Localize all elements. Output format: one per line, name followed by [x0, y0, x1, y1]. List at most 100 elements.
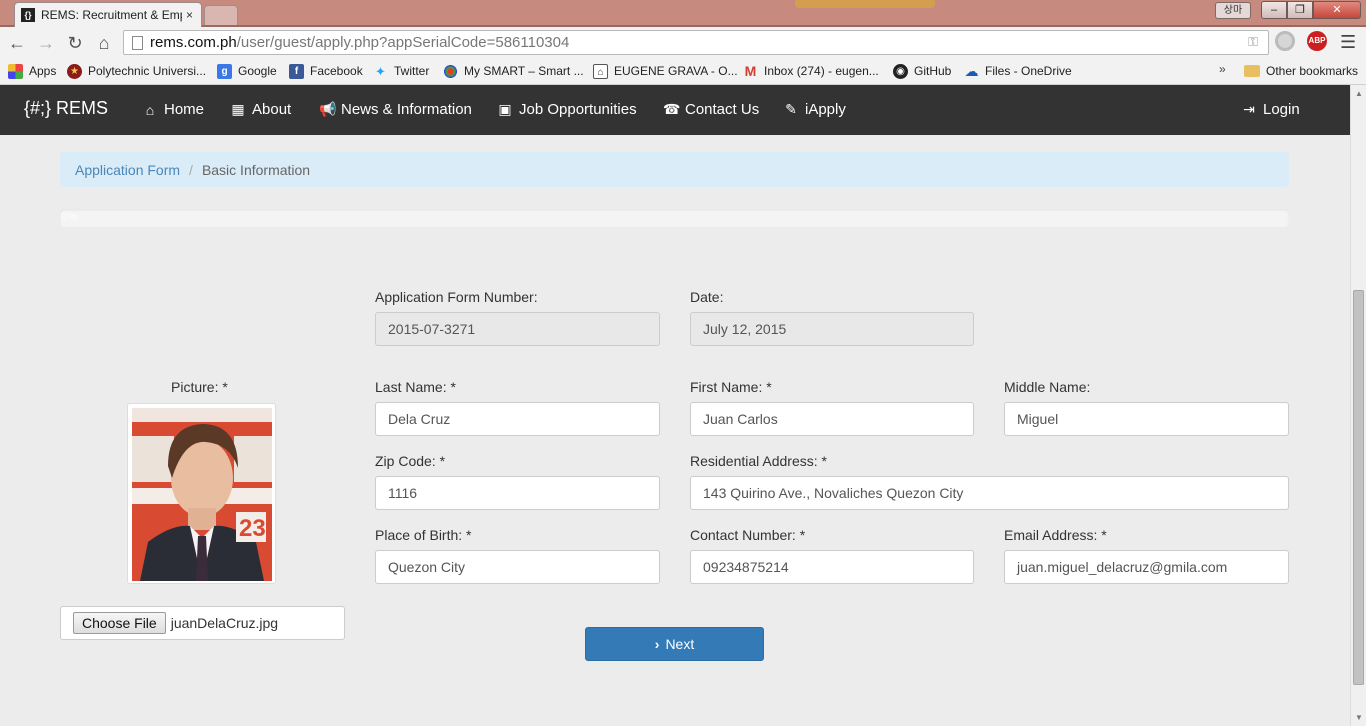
facebook-icon: f	[289, 63, 304, 79]
browser-tab-strip: {} REMS: Recruitment & Emp × 상마 – ❐ ✕	[0, 0, 1366, 27]
bookmark-label: Facebook	[310, 64, 363, 78]
contact-number-label: Contact Number: *	[690, 527, 806, 543]
zip-code-label: Zip Code: *	[375, 453, 446, 469]
bookmark-onedrive[interactable]: ☁ Files - OneDrive	[964, 62, 1072, 80]
bookmark-label: My SMART – Smart ...	[464, 64, 584, 78]
breadcrumb-separator: /	[189, 161, 193, 178]
forward-arrow-icon[interactable]: →	[35, 32, 57, 54]
svg-text:23: 23	[239, 515, 266, 542]
reload-icon[interactable]: ↻	[64, 32, 86, 54]
bookmark-apps[interactable]: Apps	[8, 62, 56, 80]
back-arrow-icon[interactable]: ←	[6, 32, 28, 54]
pencil-icon: ✎	[785, 101, 797, 117]
tab-close-icon[interactable]: ×	[186, 8, 193, 22]
home-button-icon[interactable]: ⌂	[93, 32, 115, 54]
email-field[interactable]: juan.miguel_delacruz@gmila.com	[1004, 550, 1289, 584]
bookmark-eugene[interactable]: ⌂ EUGENE GRAVA - O...	[593, 62, 738, 80]
bookmarks-bar: Apps ★ Polytechnic Universi... g Google …	[0, 58, 1366, 85]
nav-jobs[interactable]: ▣ Job Opportunities	[497, 101, 637, 118]
bookmark-label: EUGENE GRAVA - O...	[614, 64, 738, 78]
bookmark-facebook[interactable]: f Facebook	[289, 62, 363, 80]
date-field: July 12, 2015	[690, 312, 974, 346]
github-icon: ◉	[893, 63, 908, 79]
window-user-badge[interactable]: 상마	[1215, 2, 1251, 19]
nav-login-label: Login	[1263, 101, 1300, 118]
bookmarks-overflow-icon[interactable]: »	[1219, 62, 1226, 76]
bookmark-gmail[interactable]: M Inbox (274) - eugen...	[743, 62, 879, 80]
window-close-button[interactable]: ✕	[1313, 1, 1361, 19]
picture-file-input[interactable]: Choose File juanDelaCruz.jpg	[60, 606, 345, 640]
nav-jobs-label: Job Opportunities	[519, 101, 637, 118]
first-name-field[interactable]: Juan Carlos	[690, 402, 974, 436]
site-brand[interactable]: {#;} REMS	[24, 98, 108, 119]
avatar-icon: ⌂	[593, 63, 608, 79]
first-name-label: First Name: *	[690, 379, 772, 395]
window-maximize-button[interactable]: ❐	[1287, 1, 1313, 19]
app-number-field: 2015-07-3271	[375, 312, 660, 346]
nav-contact[interactable]: ☎ Contact Us	[663, 101, 759, 118]
picture-label: Picture: *	[171, 379, 228, 395]
breadcrumb-application-form[interactable]: Application Form	[75, 162, 180, 178]
applicant-photo: 23	[127, 403, 276, 584]
email-label: Email Address: *	[1004, 527, 1107, 543]
page-scrollbar[interactable]: ▲ ▼	[1350, 85, 1366, 726]
key-icon[interactable]: ⚿	[1248, 34, 1258, 50]
next-button-label: Next	[665, 636, 695, 652]
browser-tab-active[interactable]: {} REMS: Recruitment & Emp ×	[14, 2, 202, 27]
app-number-label: Application Form Number:	[375, 289, 538, 305]
grid-icon: ▦	[231, 101, 245, 117]
home-icon: ⌂	[145, 101, 155, 118]
progress-bar-track: 0%	[60, 209, 1289, 227]
browser-tab-new[interactable]	[204, 5, 238, 27]
chrome-menu-icon[interactable]: ☰	[1340, 32, 1356, 53]
scroll-up-icon[interactable]: ▲	[1355, 89, 1363, 98]
url-host: rems.com.ph	[150, 34, 237, 51]
bookmark-github[interactable]: ◉ GitHub	[893, 62, 951, 80]
nav-iapply[interactable]: ✎ iApply	[783, 101, 846, 118]
extension-circle-icon[interactable]	[1275, 31, 1295, 51]
scroll-down-icon[interactable]: ▼	[1355, 713, 1363, 722]
bookmark-label: GitHub	[914, 64, 952, 78]
twitter-icon: ✦	[375, 63, 386, 79]
bookmark-smart[interactable]: My SMART – Smart ...	[443, 62, 584, 80]
zip-code-field[interactable]: 1116	[375, 476, 660, 510]
bookmark-twitter[interactable]: ✦ Twitter	[373, 62, 429, 80]
chosen-file-name: juanDelaCruz.jpg	[170, 615, 279, 631]
middle-name-label: Middle Name:	[1004, 379, 1091, 395]
browser-tab-title: REMS: Recruitment & Emp	[41, 8, 182, 22]
bookmark-google[interactable]: g Google	[217, 62, 277, 80]
apps-grid-icon	[8, 63, 23, 79]
nav-login[interactable]: ⇥ Login	[1241, 101, 1300, 118]
nav-home-label: Home	[164, 101, 205, 118]
nav-about-label: About	[252, 101, 292, 118]
place-of-birth-field[interactable]: Quezon City	[375, 550, 660, 584]
chevron-right-icon: ›	[654, 636, 660, 652]
breadcrumb: Application Form / Basic Information	[60, 152, 1289, 187]
page-viewport: {#;} REMS ⌂ Home ▦ About 📢 News & Inform…	[0, 85, 1350, 726]
choose-file-button[interactable]: Choose File	[73, 612, 166, 634]
contact-number-field[interactable]: 09234875214	[690, 550, 974, 584]
adblock-plus-icon[interactable]: ABP	[1307, 31, 1327, 51]
scrollbar-thumb[interactable]	[1353, 290, 1364, 685]
place-of-birth-label: Place of Birth: *	[375, 527, 472, 543]
bookmark-label: Apps	[29, 64, 57, 78]
url-path: /user/guest/apply.php?appSerialCode=5861…	[236, 34, 570, 51]
bookmark-pup[interactable]: ★ Polytechnic Universi...	[67, 62, 206, 80]
last-name-field[interactable]: Dela Cruz	[375, 402, 660, 436]
megaphone-icon: 📢	[319, 101, 337, 117]
middle-name-field[interactable]: Miguel	[1004, 402, 1289, 436]
breadcrumb-basic-information: Basic Information	[201, 161, 311, 178]
folder-icon	[1244, 65, 1260, 77]
nav-about[interactable]: ▦ About	[230, 101, 291, 118]
residential-address-field[interactable]: 143 Quirino Ave., Novaliches Quezon City	[690, 476, 1289, 510]
window-minimize-button[interactable]: –	[1261, 1, 1287, 19]
bookmark-label: Polytechnic Universi...	[88, 64, 207, 78]
rems-favicon-icon: {}	[21, 8, 35, 22]
nav-contact-label: Contact Us	[685, 101, 760, 118]
next-button[interactable]: › Next	[585, 627, 764, 661]
other-bookmarks[interactable]: Other bookmarks	[1244, 62, 1358, 80]
smart-icon	[443, 63, 458, 79]
nav-home[interactable]: ⌂ Home	[142, 101, 204, 118]
address-bar[interactable]: rems.com.ph/user/guest/apply.php?appSeri…	[123, 30, 1269, 55]
nav-news[interactable]: 📢 News & Information	[319, 101, 472, 118]
